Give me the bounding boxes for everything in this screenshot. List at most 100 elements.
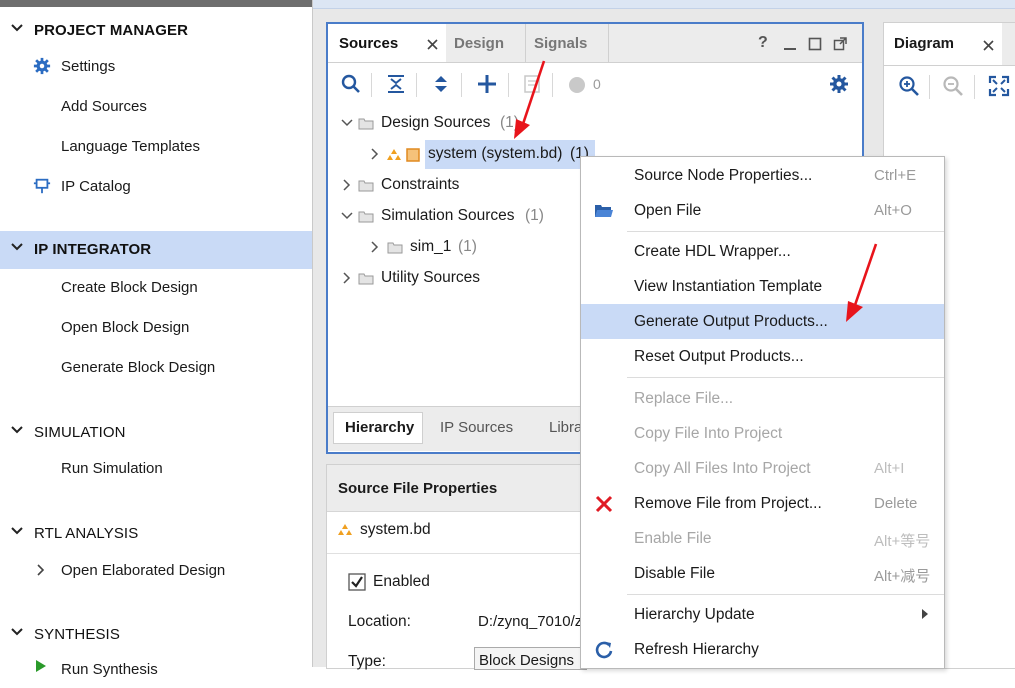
maximize-icon[interactable]: [808, 37, 822, 51]
gear-icon[interactable]: [828, 73, 850, 95]
tree-node-design-sources[interactable]: Design Sources (1): [328, 108, 862, 139]
menu-item-copy-all-files-into-project[interactable]: Copy All Files Into Project Alt+I: [581, 451, 944, 486]
flow-item-label: Generate Block Design: [61, 359, 216, 376]
menu-separator: [627, 594, 944, 595]
menu-item-label: Copy File Into Project: [634, 425, 783, 442]
menu-item-copy-file-into-project[interactable]: Copy File Into Project: [581, 416, 944, 451]
menu-item-hierarchy-update[interactable]: Hierarchy Update: [581, 597, 944, 632]
toolbar-separator: [461, 73, 462, 97]
minimize-icon[interactable]: [783, 37, 797, 51]
menu-item-refresh-hierarchy[interactable]: Refresh Hierarchy: [581, 632, 944, 667]
flow-item-run-synthesis[interactable]: Run Synthesis: [0, 652, 312, 688]
menu-item-label: Hierarchy Update: [634, 606, 755, 623]
tab-label: Libra: [549, 419, 582, 436]
menu-item-shortcut: Alt+减号: [874, 568, 931, 585]
chevron-right-icon: [343, 179, 351, 191]
tab-hierarchy[interactable]: Hierarchy: [333, 412, 423, 444]
tree-node-label: sim_1: [410, 238, 452, 255]
menu-item-enable-file[interactable]: Enable File Alt+等号: [581, 521, 944, 556]
section-ip-integrator[interactable]: IP INTEGRATOR: [0, 231, 312, 269]
expand-all-icon[interactable]: [430, 73, 452, 95]
tab-label: Hierarchy: [345, 419, 415, 436]
flow-item-run-simulation[interactable]: Run Simulation: [0, 451, 312, 487]
menu-item-disable-file[interactable]: Disable File Alt+减号: [581, 556, 944, 591]
chevron-down-icon: [11, 628, 23, 636]
flow-item-settings[interactable]: Settings: [0, 49, 312, 85]
tab-sources[interactable]: Sources: [328, 24, 446, 62]
open-folder-icon: [595, 205, 613, 217]
tab-libraries[interactable]: Libra: [542, 412, 582, 442]
type-label: Type:: [348, 653, 386, 670]
section-project-manager[interactable]: PROJECT MANAGER: [0, 12, 312, 50]
tree-node-label: Simulation Sources: [381, 207, 515, 224]
flow-navigator: PROJECT MANAGER Settings Add Sources Lan…: [0, 0, 313, 678]
search-icon[interactable]: [340, 73, 362, 95]
menu-item-create-hdl-wrapper[interactable]: Create HDL Wrapper...: [581, 234, 944, 269]
context-menu: Source Node Properties... Ctrl+E Open Fi…: [580, 156, 945, 669]
folder-icon: [358, 211, 374, 223]
plug-icon: [33, 178, 51, 194]
tab-diagram[interactable]: Diagram: [884, 23, 1002, 65]
badge-count: 0: [593, 76, 601, 92]
flow-item-open-elaborated-design[interactable]: Open Elaborated Design: [0, 553, 312, 589]
play-icon: [36, 660, 46, 672]
menu-item-shortcut: Alt+O: [874, 202, 912, 219]
help-icon[interactable]: ?: [758, 34, 768, 52]
location-value: D:/zynq_7010/z: [478, 613, 583, 630]
flow-item-create-block-design[interactable]: Create Block Design: [0, 270, 312, 306]
tree-node-count: (1): [458, 238, 477, 255]
menu-item-shortcut: Alt+等号: [874, 533, 931, 550]
add-icon[interactable]: [476, 73, 498, 95]
toolbar-separator: [929, 75, 930, 99]
float-icon[interactable]: [833, 37, 847, 51]
sources-tab-bar: Sources Design Signals ?: [328, 24, 862, 63]
refresh-icon: [595, 641, 613, 659]
section-rtl-analysis[interactable]: RTL ANALYSIS: [0, 515, 312, 553]
chevron-right-icon: [371, 241, 379, 253]
chevron-right-icon: [37, 564, 45, 576]
divider: [327, 553, 585, 554]
tab-label: Diagram: [894, 35, 955, 52]
flow-item-open-block-design[interactable]: Open Block Design: [0, 310, 312, 346]
close-icon[interactable]: [427, 39, 438, 50]
menu-item-shortcut: Ctrl+E: [874, 167, 917, 184]
menu-item-generate-output-products[interactable]: Generate Output Products...: [581, 304, 944, 339]
menu-item-label: Enable File: [634, 530, 712, 547]
type-value: Block Designs: [479, 652, 575, 669]
diagram-tab-bar: Diagram: [884, 23, 1015, 66]
zoom-fit-icon[interactable]: [988, 75, 1010, 97]
flow-item-generate-block-design[interactable]: Generate Block Design: [0, 350, 312, 386]
flow-item-language-templates[interactable]: Language Templates: [0, 129, 312, 165]
tab-label: Design: [454, 35, 505, 52]
zoom-in-icon[interactable]: [898, 75, 920, 97]
chevron-down-icon: [11, 426, 23, 434]
flow-item-add-sources[interactable]: Add Sources: [0, 89, 312, 125]
menu-item-shortcut: Alt+I: [874, 460, 905, 477]
enabled-checkbox[interactable]: [348, 573, 366, 591]
menu-item-remove-file-from-project[interactable]: Remove File from Project... Delete: [581, 486, 944, 521]
section-synthesis[interactable]: SYNTHESIS: [0, 616, 312, 654]
toolbar-separator: [371, 73, 372, 97]
menu-item-label: Refresh Hierarchy: [634, 641, 759, 658]
menu-item-replace-file[interactable]: Replace File...: [581, 381, 944, 416]
collapse-all-icon[interactable]: [385, 73, 407, 95]
properties-header: Source File Properties: [327, 465, 585, 512]
chevron-down-icon: [341, 212, 353, 220]
source-file-properties-panel: Source File Properties system.bd Enabled…: [326, 464, 587, 670]
chevron-down-icon: [11, 527, 23, 535]
flow-item-label: Run Simulation: [61, 460, 163, 477]
flow-item-ip-catalog[interactable]: IP Catalog: [0, 169, 312, 205]
tab-ip-sources[interactable]: IP Sources: [432, 412, 526, 442]
close-icon[interactable]: [983, 40, 994, 51]
flow-item-label: Language Templates: [61, 138, 200, 155]
zoom-out-icon[interactable]: [942, 75, 964, 97]
section-simulation[interactable]: SIMULATION: [0, 414, 312, 452]
menu-item-view-instantiation-template[interactable]: View Instantiation Template: [581, 269, 944, 304]
flow-item-label: Create Block Design: [61, 279, 198, 296]
menu-item-reset-output-products[interactable]: Reset Output Products...: [581, 339, 944, 374]
menu-item-open-file[interactable]: Open File Alt+O: [581, 193, 944, 228]
flow-item-label: Add Sources: [61, 98, 147, 115]
menu-item-source-node-properties[interactable]: Source Node Properties... Ctrl+E: [581, 158, 944, 193]
folder-icon: [358, 180, 374, 192]
menu-item-label: Create HDL Wrapper...: [634, 243, 791, 260]
